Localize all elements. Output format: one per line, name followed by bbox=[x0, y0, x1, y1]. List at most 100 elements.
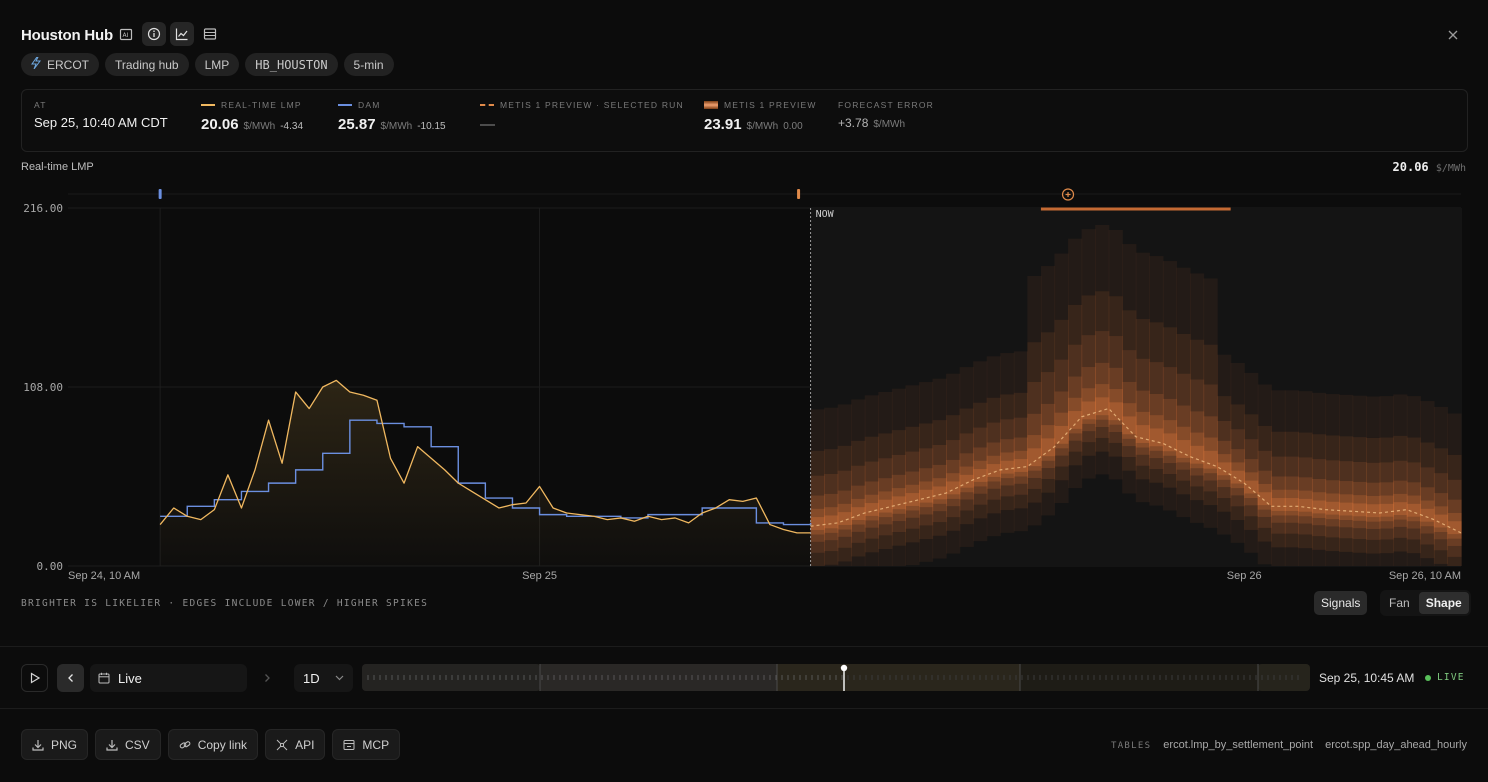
x-tick-label: Sep 25 bbox=[522, 570, 557, 582]
mcp-button[interactable]: MCP bbox=[332, 729, 401, 760]
next-button[interactable] bbox=[253, 664, 280, 692]
table-icon[interactable] bbox=[198, 22, 222, 46]
play-icon bbox=[30, 672, 40, 684]
timeline-segment bbox=[540, 664, 777, 691]
api-button[interactable]: API bbox=[265, 729, 326, 760]
stat-value: 20.06 bbox=[201, 116, 239, 133]
info-icon[interactable] bbox=[142, 22, 166, 46]
chart-series-label: Real-time LMP bbox=[21, 161, 94, 173]
legend-band-icon bbox=[704, 101, 718, 109]
play-button[interactable] bbox=[21, 664, 48, 692]
playback-timestamp: Sep 25, 10:45 AM bbox=[1319, 671, 1415, 685]
distribution-band bbox=[986, 464, 1001, 477]
close-icon[interactable] bbox=[1443, 25, 1463, 45]
stat-value: 23.91 bbox=[704, 116, 742, 133]
chart-footnote: BRIGHTER IS LIKELIER · EDGES INCLUDE LOW… bbox=[21, 598, 429, 609]
signals-button[interactable]: Signals bbox=[1314, 591, 1368, 615]
ai-icon[interactable]: AI bbox=[114, 22, 138, 46]
mcp-icon bbox=[343, 739, 355, 750]
distribution-band bbox=[1325, 501, 1340, 515]
live-date-picker[interactable]: Live bbox=[90, 664, 247, 692]
timeline-segment bbox=[777, 664, 1020, 691]
page-title: Houston Hub bbox=[21, 27, 113, 44]
stats-bar: AT Sep 25, 10:40 AM CDT REAL-TIME LMP 20… bbox=[21, 89, 1468, 152]
stat-label: REAL-TIME LMP bbox=[221, 100, 302, 110]
source-tables: TABLES ercot.lmp_by_settlement_point erc… bbox=[1111, 739, 1467, 751]
distribution-band bbox=[1176, 440, 1191, 458]
api-icon bbox=[276, 739, 288, 750]
distribution-band bbox=[1366, 504, 1381, 518]
prev-button[interactable] bbox=[57, 664, 84, 692]
stat-value: +3.78 bbox=[838, 116, 869, 130]
playhead-handle bbox=[840, 664, 848, 672]
svg-text:AI: AI bbox=[123, 32, 129, 39]
header-toolbar: AI bbox=[114, 22, 222, 46]
distribution-band bbox=[824, 515, 839, 529]
stat-value: — bbox=[480, 116, 495, 133]
tag-trading-hub[interactable]: Trading hub bbox=[105, 53, 189, 76]
tag-list: ERCOT Trading hub LMP HB_HOUSTON 5-min bbox=[21, 53, 394, 76]
distribution-band bbox=[1271, 498, 1286, 511]
stat-label: AT bbox=[34, 100, 47, 110]
app-window: Houston Hub AI ERCOT Trading hub LMP HB_… bbox=[0, 0, 1488, 782]
lmp-chart[interactable]: 216.00 108.00 0.00 Sep 24, 10 AM Sep 25 Sep 2… bbox=[0, 180, 1488, 590]
distribution-band bbox=[1379, 503, 1394, 517]
distribution-band bbox=[1298, 498, 1313, 512]
tag-label: 5-min bbox=[353, 57, 384, 72]
legend-line-icon bbox=[201, 104, 215, 106]
distribution-band bbox=[810, 517, 825, 530]
stat-unit: $/MWh bbox=[380, 121, 413, 132]
tag-ercot[interactable]: ERCOT bbox=[21, 53, 99, 76]
tag-label: HB_HOUSTON bbox=[255, 57, 328, 72]
tag-lmp[interactable]: LMP bbox=[194, 53, 240, 76]
distribution-band bbox=[1311, 500, 1327, 514]
chevron-right-icon bbox=[264, 674, 270, 682]
png-button[interactable]: PNG bbox=[21, 729, 89, 760]
table-link[interactable]: ercot.spp_day_ahead_hourly bbox=[1325, 739, 1467, 751]
live-indicator: LIVE bbox=[1425, 672, 1465, 683]
chart-current-value: 20.06 $/MWh bbox=[1393, 160, 1466, 174]
chart-icon[interactable] bbox=[170, 22, 194, 46]
chevron-left-icon bbox=[67, 674, 73, 682]
y-tick-label: 108.00 bbox=[23, 381, 63, 394]
stat-delta: -4.34 bbox=[280, 121, 304, 132]
stat-realtime-lmp: REAL-TIME LMP 20.06 $/MWh -4.34 bbox=[201, 100, 303, 133]
table-link[interactable]: ercot.lmp_by_settlement_point bbox=[1163, 739, 1313, 751]
tag-hub-code[interactable]: HB_HOUSTON bbox=[245, 53, 338, 76]
x-tick-label: Sep 24, 10 AM bbox=[68, 570, 140, 582]
range-select[interactable]: 1D bbox=[294, 664, 353, 692]
distribution-band bbox=[1095, 397, 1110, 416]
timeline-scrubber[interactable] bbox=[362, 664, 1310, 691]
calendar-icon bbox=[98, 672, 110, 684]
csv-button[interactable]: CSV bbox=[95, 729, 161, 760]
tag-label: LMP bbox=[204, 57, 230, 72]
distribution-band bbox=[1013, 459, 1028, 472]
distribution-band bbox=[1149, 428, 1164, 447]
fan-mode-button[interactable]: Fan bbox=[1382, 592, 1417, 614]
stat-value: Sep 25, 10:40 AM CDT bbox=[34, 115, 168, 130]
timeline-segment bbox=[1020, 664, 1258, 691]
view-mode-toggle: Fan Shape bbox=[1380, 590, 1471, 616]
download-icon bbox=[32, 739, 44, 751]
stat-at: AT Sep 25, 10:40 AM CDT bbox=[34, 100, 168, 130]
chart-current-number: 20.06 bbox=[1392, 160, 1429, 174]
range-value: 1D bbox=[303, 670, 320, 686]
live-badge-label: LIVE bbox=[1437, 672, 1465, 683]
csv-label: CSV bbox=[125, 737, 150, 752]
live-label: Live bbox=[118, 670, 142, 686]
stat-unit: $/MWh bbox=[873, 119, 906, 130]
stat-label: METIS 1 PREVIEW · SELECTED RUN bbox=[500, 100, 684, 110]
tag-interval[interactable]: 5-min bbox=[343, 53, 394, 76]
x-tick-label: Sep 26, 10 AM bbox=[1389, 570, 1461, 582]
chart-current-unit: $/MWh bbox=[1435, 163, 1466, 174]
distribution-band bbox=[1230, 470, 1245, 484]
stat-delta: 0.00 bbox=[783, 121, 803, 132]
shape-mode-button[interactable]: Shape bbox=[1418, 592, 1469, 614]
stat-unit: $/MWh bbox=[243, 121, 276, 132]
export-actions: PNG CSV Copy link API MCP bbox=[21, 729, 401, 760]
now-label: NOW bbox=[816, 209, 835, 220]
y-tick-label: 0.00 bbox=[37, 560, 64, 573]
distribution-band bbox=[1257, 492, 1272, 506]
copy-link-button[interactable]: Copy link bbox=[167, 729, 259, 760]
distribution-band bbox=[1162, 433, 1178, 452]
